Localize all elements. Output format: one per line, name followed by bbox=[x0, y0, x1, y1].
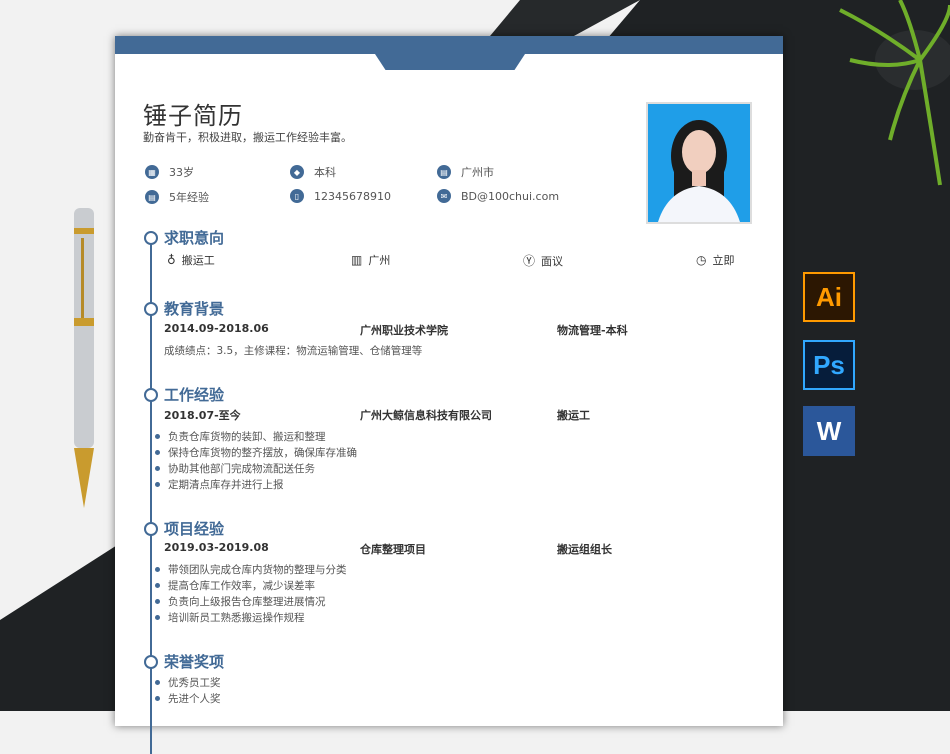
timeline-dot bbox=[144, 231, 158, 245]
education-school: 广州职业技术学院 bbox=[360, 324, 448, 337]
info-email: ✉ BD@100chui.com bbox=[437, 189, 559, 203]
info-experience: ▤ 5年经验 bbox=[145, 189, 209, 205]
tie-icon: ♁ bbox=[167, 253, 176, 267]
education-detail: 成绩绩点：3.5，主修课程：物流运输管理、仓储管理等 bbox=[164, 345, 423, 357]
project-role: 搬运组组长 bbox=[557, 543, 612, 556]
info-education: ◆ 本科 bbox=[290, 164, 336, 180]
list-item: 培训新员工熟悉搬运操作规程 bbox=[155, 612, 305, 624]
list-item: 带领团队完成仓库内货物的整理与分类 bbox=[155, 564, 347, 576]
illustrator-icon: Ai bbox=[803, 272, 855, 322]
photoshop-icon: Ps bbox=[803, 340, 855, 390]
work-period: 2018.07-至今 bbox=[164, 409, 241, 422]
work-role: 搬运工 bbox=[557, 409, 590, 422]
header-bar bbox=[115, 36, 783, 54]
timeline-dot bbox=[144, 522, 158, 536]
list-item: 优秀员工奖 bbox=[155, 677, 221, 689]
plant-decoration bbox=[839, 0, 950, 186]
timeline-dot bbox=[144, 655, 158, 669]
pen-decoration bbox=[74, 208, 94, 508]
section-title-education: 教育背景 bbox=[164, 300, 225, 318]
intent-job: ♁ 搬运工 bbox=[167, 253, 215, 267]
graduation-cap-icon: ◆ bbox=[290, 165, 304, 179]
timeline-dot bbox=[144, 302, 158, 316]
resume-name: 锤子简历 bbox=[143, 102, 243, 130]
yen-icon: Ⓨ bbox=[523, 254, 536, 268]
resume-paper: 锤子简历 勤奋肯干，积极进取，搬运工作经验丰富。 ▦ 33岁 ◆ 本科 ▤ 广州市 ▤… bbox=[115, 36, 783, 754]
education-period: 2014.09-2018.06 bbox=[164, 322, 269, 335]
building-icon: ▤ bbox=[437, 165, 451, 179]
section-title-project: 项目经验 bbox=[164, 520, 225, 538]
project-period: 2019.03-2019.08 bbox=[164, 541, 269, 554]
list-item: 提高仓库工作效率，减少误差率 bbox=[155, 580, 315, 592]
list-item: 定期清点库存并进行上报 bbox=[155, 479, 284, 491]
list-item: 负责向上级报告仓库整理进展情况 bbox=[155, 596, 326, 608]
clock-icon: ◷ bbox=[696, 253, 707, 267]
info-city: ▤ 广州市 bbox=[437, 164, 494, 180]
section-title-work: 工作经验 bbox=[164, 386, 225, 404]
list-item: 负责仓库货物的装卸、搬运和整理 bbox=[155, 431, 326, 443]
word-icon: W bbox=[803, 406, 855, 456]
calendar-icon: ▦ bbox=[145, 165, 159, 179]
education-major: 物流管理-本科 bbox=[557, 324, 628, 337]
profile-photo bbox=[646, 102, 752, 224]
section-title-honors: 荣誉奖项 bbox=[164, 653, 225, 671]
work-company: 广州大鲸信息科技有限公司 bbox=[360, 409, 492, 422]
timeline-dot bbox=[144, 388, 158, 402]
project-name: 仓库整理项目 bbox=[360, 543, 426, 556]
intent-salary: Ⓨ 面议 bbox=[523, 254, 564, 268]
list-item: 先进个人奖 bbox=[155, 693, 221, 705]
document-icon: ▤ bbox=[145, 190, 159, 204]
list-item: 协助其他部门完成物流配送任务 bbox=[155, 463, 315, 475]
section-title-intent: 求职意向 bbox=[164, 229, 225, 247]
info-phone: ▯ 12345678910 bbox=[290, 189, 391, 203]
header-tab bbox=[375, 54, 525, 70]
phone-icon: ▯ bbox=[290, 189, 304, 203]
resume-tagline: 勤奋肯干，积极进取，搬运工作经验丰富。 bbox=[143, 131, 352, 144]
intent-city: ▥ 广州 bbox=[351, 253, 391, 267]
mail-icon: ✉ bbox=[437, 189, 451, 203]
info-age: ▦ 33岁 bbox=[145, 164, 194, 180]
intent-start: ◷ 立即 bbox=[696, 253, 735, 267]
building-icon: ▥ bbox=[351, 253, 363, 267]
list-item: 保持仓库货物的整齐摆放，确保库存准确 bbox=[155, 447, 357, 459]
